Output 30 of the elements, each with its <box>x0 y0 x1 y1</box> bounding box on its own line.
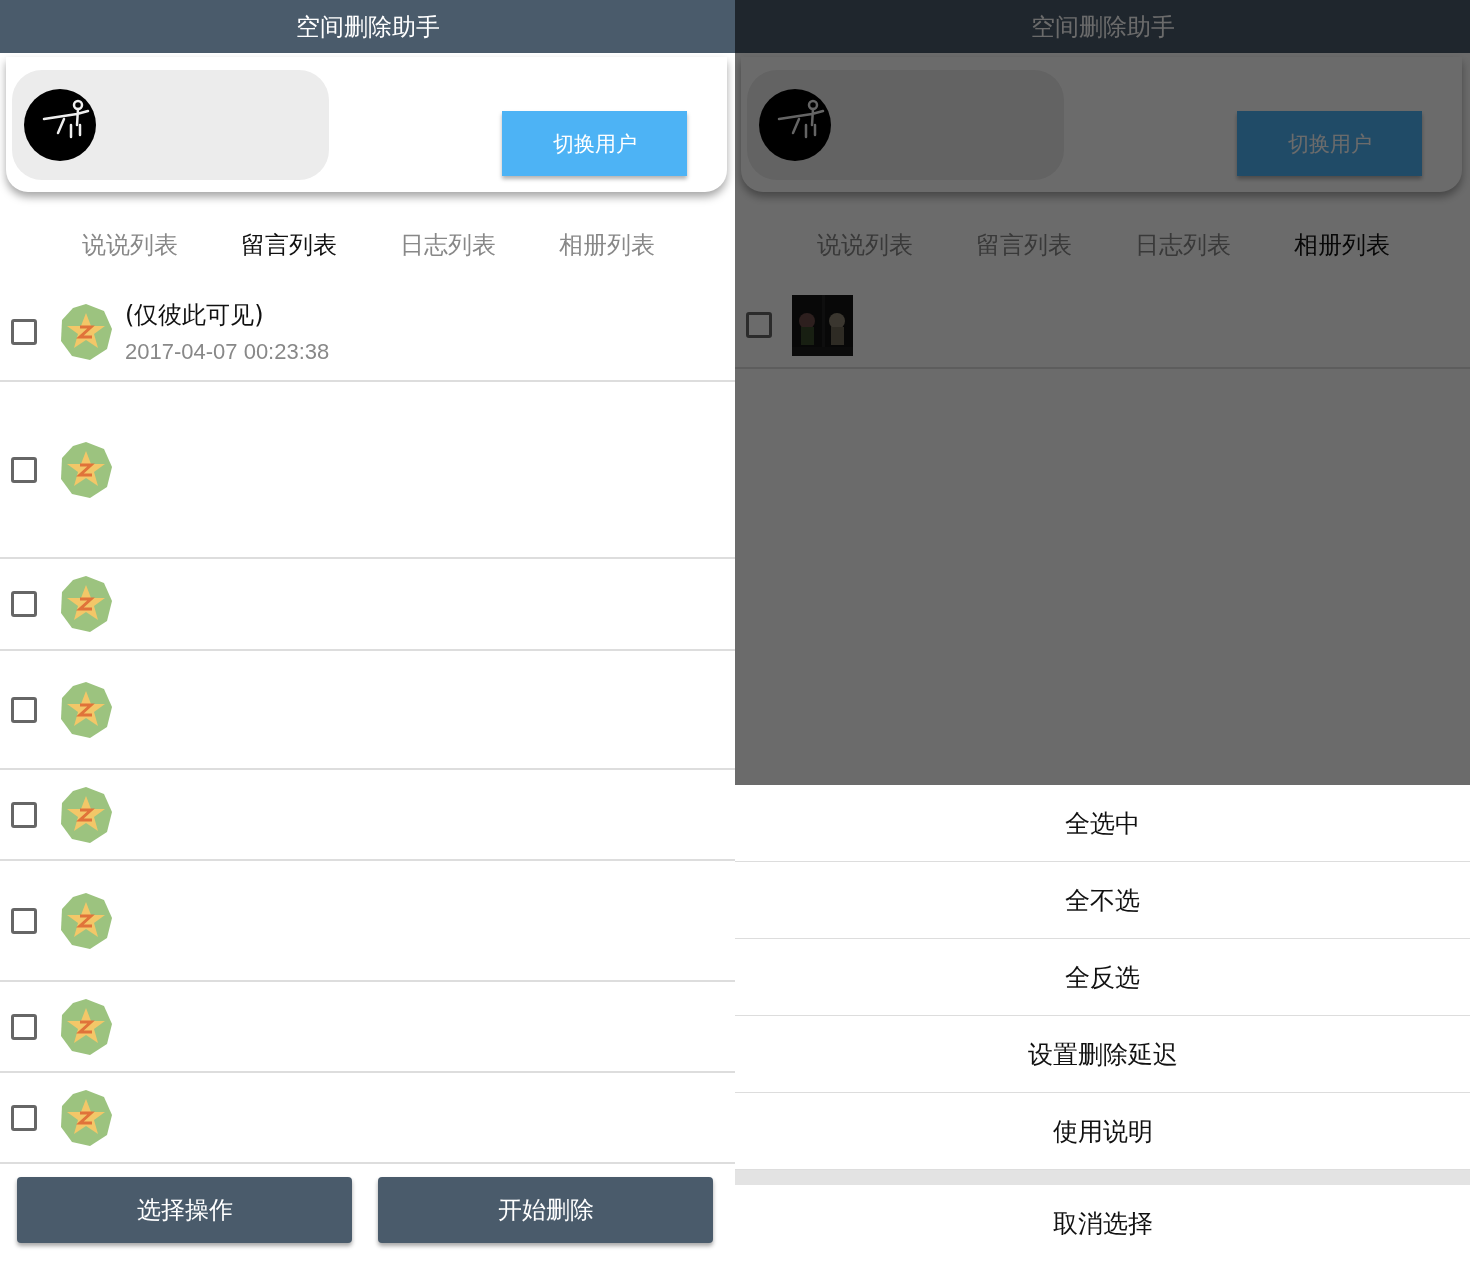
star-badge-icon <box>59 575 113 633</box>
checkbox[interactable] <box>11 696 37 723</box>
checkbox[interactable] <box>11 801 37 828</box>
star-badge-icon <box>59 680 113 739</box>
star-badge-icon <box>59 1088 113 1147</box>
checkbox[interactable] <box>11 1104 37 1131</box>
avatar-icon <box>24 88 96 161</box>
checkbox[interactable] <box>11 456 37 483</box>
tab[interactable]: 说说列表 <box>50 225 209 265</box>
star-badge-icon <box>59 891 113 950</box>
tab[interactable]: 相册列表 <box>1262 225 1421 265</box>
star-badge-icon <box>59 302 113 361</box>
star-badge-icon <box>59 997 113 1056</box>
app-title: 空间删除助手 <box>294 11 441 43</box>
tab[interactable]: 留言列表 <box>209 225 368 265</box>
star-badge-icon <box>59 785 113 844</box>
tab[interactable]: 相册列表 <box>527 225 686 265</box>
app-title: 空间删除助手 <box>1029 11 1176 43</box>
checkbox[interactable] <box>746 312 772 338</box>
tab[interactable]: 日志列表 <box>368 225 527 265</box>
message-title: (仅彼此可见) <box>125 299 265 331</box>
action-button[interactable]: 选择操作 <box>17 1176 352 1243</box>
message-time: 2017-04-07 00:23:38 <box>125 338 330 365</box>
star-badge-icon <box>59 440 113 499</box>
avatar-icon <box>759 88 831 161</box>
checkbox[interactable] <box>11 318 37 345</box>
action-button[interactable]: 开始删除 <box>378 1176 713 1243</box>
checkbox[interactable] <box>11 1013 37 1040</box>
checkbox[interactable] <box>11 907 37 934</box>
checkbox[interactable] <box>11 591 37 617</box>
